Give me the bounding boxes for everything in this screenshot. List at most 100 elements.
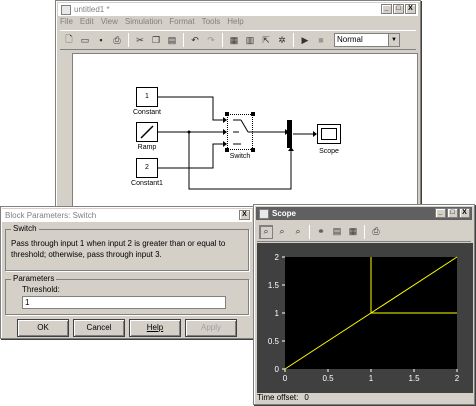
debug-icon[interactable]: ✲ [275, 33, 289, 47]
toolbar-separator [183, 33, 184, 47]
simulation-mode-value: Normal [337, 35, 363, 44]
menu-tools[interactable]: Tools [202, 17, 221, 28]
time-offset-value: 0 [304, 393, 309, 402]
zoom-icon[interactable]: ⌕ [259, 224, 273, 239]
y-tick-label: 1.5 [268, 281, 280, 290]
redo-icon[interactable]: ↷ [204, 33, 218, 47]
y-tick-label: 0 [275, 365, 280, 374]
ramp-label: Ramp [137, 144, 157, 151]
scope-toolbar: ⌕ ⌕ ⌕ ⚭ ▤ ▦ ⎙ [257, 222, 471, 242]
scope-close-button[interactable]: X [459, 208, 470, 218]
model-title-bar[interactable]: untitled1 * _ □ X [58, 3, 418, 16]
stop-simulation-icon[interactable]: ■ [314, 33, 328, 47]
paste-icon[interactable]: ▤ [165, 33, 179, 47]
scope-screen-icon [321, 128, 337, 140]
toolbar-separator [222, 33, 223, 47]
constant-value: 1 [145, 93, 149, 100]
menu-edit[interactable]: Edit [80, 17, 94, 28]
scope-plot: 0 0.5 1 1.5 2 0 0.5 1 1.5 2 [268, 253, 460, 383]
zoom-x-icon[interactable]: ⌕ [275, 225, 289, 239]
scope-block[interactable] [317, 124, 341, 144]
menu-simulation[interactable]: Simulation [125, 17, 162, 28]
constant1-block[interactable]: 2 [136, 158, 158, 178]
constant-label: Constant [132, 109, 162, 116]
menu-format[interactable]: Format [169, 17, 194, 28]
toolbar-separator [364, 224, 365, 239]
maximize-button[interactable]: □ [393, 4, 404, 14]
simulink-app-icon [61, 4, 71, 15]
start-simulation-icon[interactable]: ▶ [298, 33, 312, 47]
menu-view[interactable]: View [101, 17, 118, 28]
threshold-input[interactable]: 1 [22, 296, 226, 309]
switch-block[interactable] [227, 114, 253, 150]
print-icon[interactable]: ⎙ [110, 33, 124, 47]
save-icon[interactable]: ▪ [94, 33, 108, 47]
model-menu-bar: File Edit View Simulation Format Tools H… [60, 17, 244, 28]
menu-file[interactable]: File [60, 17, 73, 28]
model-window: untitled1 * _ □ X File Edit View Simulat… [55, 0, 421, 210]
switch-group-title: Switch [11, 224, 39, 233]
undo-icon[interactable]: ↶ [188, 33, 202, 47]
scope-app-icon [259, 208, 269, 219]
scope-figure: 0 0.5 1 1.5 2 0 0.5 1 1.5 2 [257, 243, 473, 393]
scope-window-title: Scope [272, 209, 297, 218]
scope-window: Scope _ □ X ⌕ ⌕ ⌕ ⚭ ▤ ▦ ⎙ 0 0.5 1 1.5 2 0 0.5 1… [253, 204, 475, 405]
switch-selection-handle[interactable] [251, 148, 255, 152]
go-to-parent-icon[interactable]: ⇱ [259, 33, 273, 47]
new-icon[interactable]: 🗋 [62, 33, 76, 47]
switch-description-group: Switch Pass through input 1 when input 2… [5, 224, 249, 271]
chevron-down-icon[interactable]: ▼ [388, 34, 399, 46]
menu-help[interactable]: Help [227, 17, 243, 28]
dialog-title-bar[interactable]: Block Parameters: Switch X [2, 209, 252, 222]
x-tick-label: 2 [455, 374, 460, 383]
print-icon[interactable]: ⎙ [369, 225, 383, 239]
open-icon[interactable]: ▭ [78, 33, 92, 47]
model-window-title: untitled1 * [74, 5, 110, 14]
dialog-close-button[interactable]: X [239, 210, 250, 220]
save-axes-icon[interactable]: ▤ [330, 225, 344, 239]
x-tick-label: 1.5 [408, 374, 420, 383]
ramp-block[interactable] [136, 122, 158, 142]
simulation-mode-select[interactable]: Normal ▼ [334, 33, 400, 47]
switch-selection-handle[interactable] [225, 112, 229, 116]
block-parameters-dialog: Block Parameters: Switch X Switch Pass t… [0, 206, 254, 339]
toolbar-separator [309, 224, 310, 239]
cut-icon[interactable]: ✂ [133, 33, 147, 47]
switch-selection-handle[interactable] [225, 148, 229, 152]
x-tick-label: 0 [283, 374, 288, 383]
y-tick-label: 0.5 [268, 337, 280, 346]
parameters-group-title: Parameters [11, 274, 57, 283]
scope-maximize-button[interactable]: □ [447, 208, 458, 218]
ok-button[interactable]: OK [17, 319, 69, 337]
x-tick-label: 1 [369, 374, 374, 383]
toolbar-separator [128, 33, 129, 47]
scope-label: Scope [319, 148, 339, 155]
constant-block[interactable]: 1 [136, 87, 158, 107]
constant1-value: 2 [145, 164, 149, 171]
switch-description: Pass through input 1 when input 2 is gre… [11, 239, 226, 259]
model-canvas[interactable]: 1 Constant Ramp 2 Constant1 Switch Scope [72, 53, 418, 207]
y-tick-label: 2 [275, 253, 280, 262]
time-offset-label: Time offset: [257, 393, 299, 402]
y-tick-label: 1 [275, 309, 280, 318]
library-browser-icon[interactable]: ▦ [227, 33, 241, 47]
apply-button[interactable]: Apply [185, 319, 237, 337]
zoom-y-icon[interactable]: ⌕ [291, 225, 305, 239]
cancel-button[interactable]: Cancel [73, 319, 125, 337]
dialog-title: Block Parameters: Switch [5, 211, 97, 220]
switch-label: Switch [229, 153, 251, 160]
parameters-icon[interactable]: ▦ [346, 225, 360, 239]
toggle-model-browser-icon[interactable]: ▥ [243, 33, 257, 47]
help-button[interactable]: Help [129, 319, 181, 337]
threshold-label: Threshold: [22, 285, 60, 294]
minimize-button[interactable]: _ [381, 4, 392, 14]
scope-title-bar[interactable]: Scope _ □ X [256, 207, 472, 220]
scope-minimize-button[interactable]: _ [435, 208, 446, 218]
close-button[interactable]: X [405, 4, 416, 14]
switch-selection-handle[interactable] [251, 112, 255, 116]
parameters-group: Parameters Threshold: 1 [5, 274, 249, 315]
ramp-icon [140, 125, 154, 139]
model-toolbar: 🗋 ▭ ▪ ⎙ ✂ ❐ ▤ ↶ ↷ ▦ ▥ ⇱ ✲ ▶ ■ Normal ▼ [60, 30, 416, 50]
autoscale-icon[interactable]: ⚭ [314, 225, 328, 239]
copy-icon[interactable]: ❐ [149, 33, 163, 47]
